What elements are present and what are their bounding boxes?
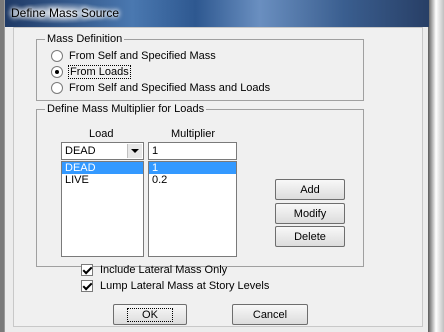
radio-self-and-specified[interactable]: From Self and Specified Mass [51,49,216,63]
checkbox[interactable] [81,264,93,276]
radio-from-loads[interactable]: From Loads [51,65,131,79]
radio-label-from-loads: From Loads [68,65,131,79]
include-lateral-mass-checkbox[interactable]: Include Lateral Mass Only [81,263,227,277]
radio-label-self-specified-and-loads: From Self and Specified Mass and Loads [69,82,271,94]
load-column-header: Load [89,128,114,140]
mass-definition-legend: Mass Definition [45,33,125,46]
cancel-button-label: Cancel [252,308,288,321]
load-list-item[interactable]: LIVE [62,174,143,186]
ok-button[interactable]: OK [113,304,187,325]
mass-multiplier-group: Define Mass Multiplier for Loads Load Mu… [36,103,364,267]
load-combo-value: DEAD [65,145,96,157]
radio-button[interactable] [51,82,63,94]
radio-self-specified-and-loads[interactable]: From Self and Specified Mass and Loads [51,81,270,95]
checkbox[interactable] [81,280,93,292]
delete-button-label: Delete [294,230,326,243]
multiplier-list-item[interactable]: 0.2 [149,174,236,186]
multiplier-column-header: Multiplier [171,128,216,140]
cancel-button[interactable]: Cancel [232,304,308,325]
chevron-down-icon[interactable] [127,144,142,158]
multiplier-input[interactable]: 1 [148,142,237,160]
multiplier-list[interactable]: 1 0.2 [148,161,237,257]
ok-button-label: OK [127,307,173,322]
radio-label-self-and-specified: From Self and Specified Mass [69,50,216,62]
mass-multiplier-legend: Define Mass Multiplier for Loads [45,103,207,116]
multiplier-list-item[interactable]: 1 [149,162,236,174]
window-title: Define Mass Source [11,6,120,20]
title-bar[interactable]: Define Mass Source [5,0,429,27]
radio-button[interactable] [51,50,63,62]
include-lateral-mass-label: Include Lateral Mass Only [100,264,228,276]
multiplier-input-value: 1 [152,145,159,157]
modify-button-label: Modify [293,207,327,220]
define-mass-source-dialog: Define Mass Source Mass Definition From … [4,0,429,332]
add-button[interactable]: Add [275,179,345,200]
load-list[interactable]: DEAD LIVE [61,161,144,257]
modify-button[interactable]: Modify [275,203,345,224]
mass-definition-group: Mass Definition From Self and Specified … [36,33,364,101]
lump-lateral-mass-label: Lump Lateral Mass at Story Levels [100,280,270,292]
radio-button-selected[interactable] [51,66,63,78]
dialog-client-area: Mass Definition From Self and Specified … [13,27,423,327]
load-list-item[interactable]: DEAD [62,162,143,174]
lump-lateral-mass-checkbox[interactable]: Lump Lateral Mass at Story Levels [81,279,269,293]
add-button-label: Add [300,183,320,196]
load-combo-box[interactable]: DEAD [61,142,144,160]
background-right [428,0,444,332]
delete-button[interactable]: Delete [275,226,345,247]
